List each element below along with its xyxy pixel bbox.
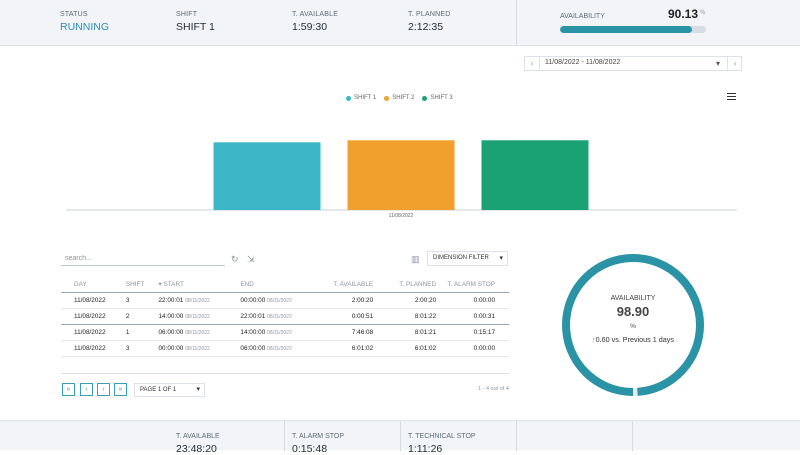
column-header-shift[interactable]: SHIFT bbox=[121, 277, 155, 293]
column-header-end[interactable]: END bbox=[236, 277, 319, 293]
chevron-down-icon: ▾ bbox=[499, 255, 503, 262]
chevron-down-icon[interactable]: ▾ bbox=[716, 57, 720, 70]
table-footer-divider bbox=[61, 373, 509, 374]
chevron-down-icon: ▾ bbox=[196, 386, 200, 393]
column-header-day[interactable]: DAY bbox=[61, 277, 122, 293]
legend-label: SHIFT 3 bbox=[430, 95, 453, 101]
status-value: RUNNING bbox=[60, 21, 109, 33]
divider bbox=[400, 421, 401, 451]
prev-page-button[interactable]: ‹ bbox=[80, 383, 93, 396]
bottom-status-bar: T. AVAILABLE 23:48:20 T. ALARM STOP 0:15… bbox=[0, 420, 800, 455]
t-alarm-stop-value: 0:15:48 bbox=[292, 443, 328, 455]
legend-item[interactable]: SHIFT 1 bbox=[346, 95, 376, 101]
legend-item[interactable]: SHIFT 2 bbox=[384, 95, 414, 101]
bar-chart bbox=[66, 140, 737, 211]
page-select-value: PAGE 1 OF 1 bbox=[140, 387, 177, 393]
gauge-unit: % bbox=[630, 323, 636, 330]
last-page-button[interactable]: » bbox=[114, 383, 127, 396]
availability-unit: % bbox=[700, 10, 706, 16]
gauge-label: AVAILABILITY bbox=[610, 295, 656, 302]
legend-dot-icon bbox=[346, 95, 351, 101]
t-technical-stop-value: 1:11:26 bbox=[408, 443, 443, 455]
column-header-t-available[interactable]: T. AVAILABLE bbox=[318, 277, 378, 293]
table-row[interactable]: 11/08/2022 3 22:00:01 08/11/2022 00:00:0… bbox=[61, 292, 509, 309]
table-row[interactable]: 11/08/2022 2 14:00:00 08/11/2022 22:00:0… bbox=[61, 308, 509, 325]
chart-legend: SHIFT 1 SHIFT 2 SHIFT 3 bbox=[346, 95, 453, 101]
sort-icon: ▾ bbox=[158, 281, 162, 289]
shift-value: SHIFT 1 bbox=[176, 21, 215, 33]
t-planned-label: T. PLANNED bbox=[408, 11, 451, 18]
chevron-right-icon[interactable]: › bbox=[728, 57, 742, 70]
divider bbox=[516, 421, 517, 451]
dimension-filter-label: DIMENSION FILTER bbox=[433, 255, 489, 261]
first-page-button[interactable]: « bbox=[62, 383, 75, 396]
divider bbox=[632, 421, 633, 451]
columns-icon[interactable]: ▥ bbox=[411, 254, 420, 265]
t-planned-value: 2:12:35 bbox=[408, 21, 444, 33]
hamburger-menu-icon[interactable] bbox=[727, 93, 736, 101]
column-header-t-planned[interactable]: T. PLANNED bbox=[377, 277, 441, 293]
x-tick-label: 11/08/2022 bbox=[388, 213, 414, 219]
availability-progress-bar bbox=[560, 26, 706, 33]
column-header-start[interactable]: ▾ START bbox=[154, 277, 237, 293]
availability-value: 90.13 bbox=[668, 7, 699, 21]
date-range-value: 11/08/2022 - 11/08/2022 bbox=[545, 59, 621, 66]
next-page-button[interactable]: › bbox=[97, 383, 110, 396]
t-available-value: 23:48:20 bbox=[176, 443, 217, 455]
comparison-text: 0.60 vs. Previous 1 days bbox=[595, 335, 674, 344]
t-available-value: 1:59:30 bbox=[292, 21, 328, 33]
divider bbox=[516, 0, 517, 46]
search-input[interactable] bbox=[61, 251, 225, 266]
top-status-bar: STATUS RUNNING SHIFT SHIFT 1 T. AVAILABL… bbox=[0, 0, 800, 46]
availability-progress-fill bbox=[560, 26, 692, 33]
divider bbox=[284, 421, 285, 451]
divider bbox=[539, 57, 540, 70]
availability-label: AVAILABILITY bbox=[560, 13, 605, 20]
table-header-row: DAY SHIFT ▾ START END T. AVAILABLE T. PL… bbox=[61, 277, 509, 293]
t-available-label: T. AVAILABLE bbox=[176, 433, 220, 440]
export-icon[interactable]: ⇲ bbox=[247, 254, 255, 265]
t-available-label: T. AVAILABLE bbox=[292, 11, 339, 18]
bar-shift-3[interactable] bbox=[481, 140, 589, 210]
shift-label: SHIFT bbox=[176, 11, 198, 18]
page-select[interactable]: PAGE 1 OF 1 ▾ bbox=[134, 383, 205, 397]
legend-dot-icon bbox=[422, 95, 428, 101]
legend-dot-icon bbox=[384, 95, 390, 101]
gauge-value: 98.90 bbox=[616, 304, 650, 319]
record-count: 1 - 4 out of 4 bbox=[478, 386, 509, 392]
table-row[interactable]: 11/08/2022 3 00:00:00 08/11/2022 06:00:0… bbox=[61, 340, 509, 357]
bar-shift-2[interactable] bbox=[347, 140, 455, 210]
table-row[interactable]: 11/08/2022 1 06:00:00 08/11/2022 14:00:0… bbox=[61, 324, 509, 341]
chevron-left-icon[interactable]: ‹ bbox=[525, 57, 539, 70]
legend-label: SHIFT 1 bbox=[354, 95, 377, 101]
dimension-filter-dropdown[interactable]: DIMENSION FILTER ▾ bbox=[427, 251, 508, 266]
shift-table: DAY SHIFT ▾ START END T. AVAILABLE T. PL… bbox=[61, 277, 509, 357]
t-alarm-stop-label: T. ALARM STOP bbox=[292, 433, 344, 440]
status-label: STATUS bbox=[60, 11, 88, 18]
gauge-comparison: ↑0.60 vs. Previous 1 days bbox=[564, 335, 702, 344]
date-range-picker[interactable]: ‹ 11/08/2022 - 11/08/2022 ▾ › bbox=[524, 56, 742, 71]
bar-shift-1[interactable] bbox=[213, 142, 321, 210]
column-header-t-alarm-stop[interactable]: T. ALARM STOP bbox=[440, 277, 509, 293]
legend-item[interactable]: SHIFT 3 bbox=[422, 95, 453, 101]
t-technical-stop-label: T. TECHNICAL STOP bbox=[408, 433, 476, 440]
legend-label: SHIFT 2 bbox=[392, 95, 415, 101]
refresh-icon[interactable]: ↻ bbox=[231, 254, 239, 265]
